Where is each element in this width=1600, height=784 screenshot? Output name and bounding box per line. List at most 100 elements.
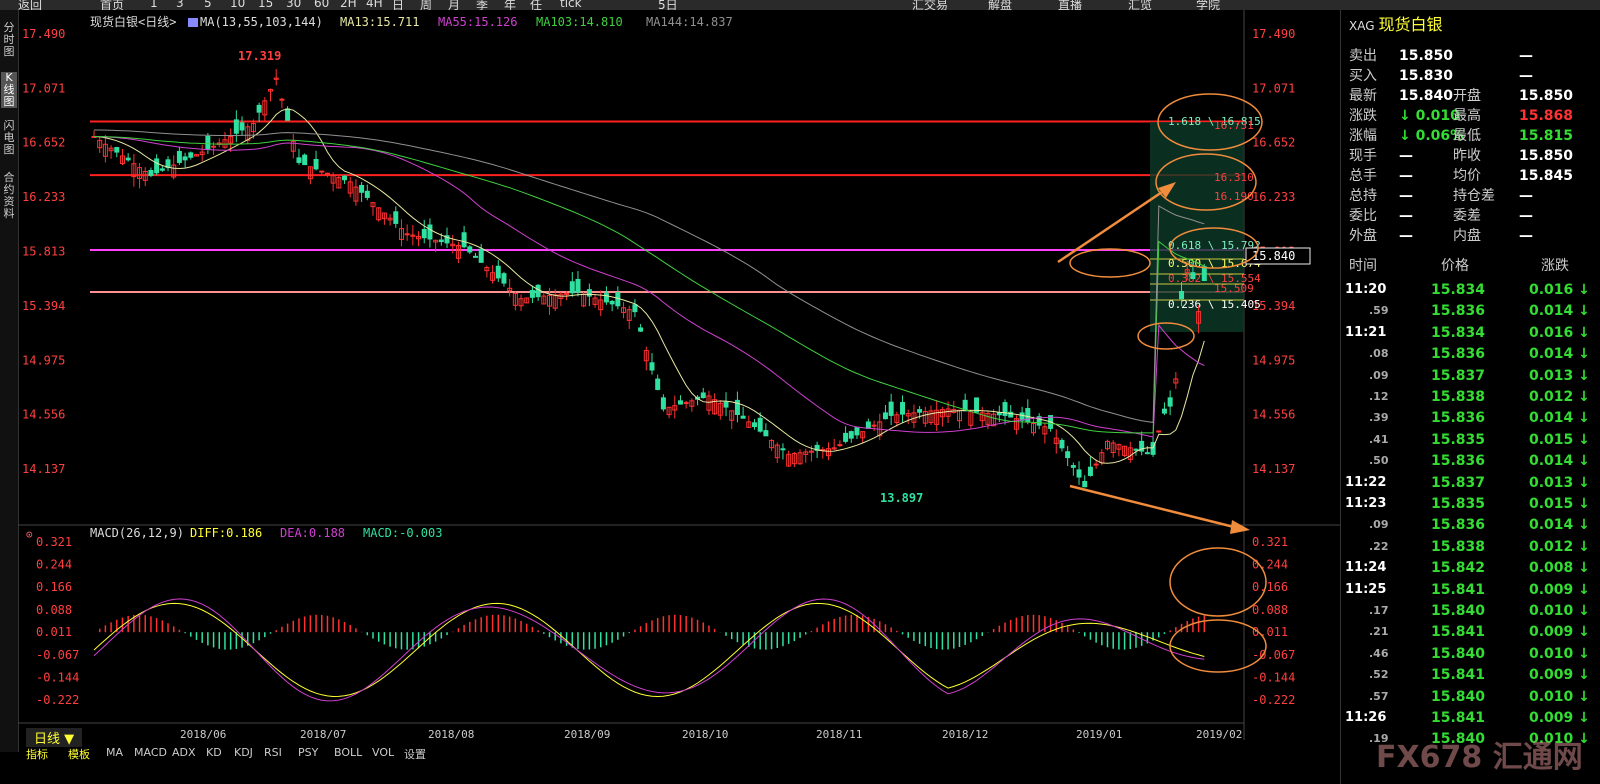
- candle-body: [188, 152, 194, 158]
- toolbar-item[interactable]: 1: [150, 0, 158, 10]
- indicator-tab[interactable]: 指标: [26, 746, 48, 762]
- toolbar-item[interactable]: 15: [258, 0, 273, 10]
- tab-flash-chart[interactable]: 闪电图: [1, 120, 17, 156]
- indicator-tab[interactable]: ADX: [172, 746, 196, 759]
- toolbar-item[interactable]: 5日: [658, 0, 678, 10]
- x-tick: 2018/10: [682, 728, 728, 741]
- toolbar-item[interactable]: 返回: [18, 0, 42, 10]
- toolbar-item[interactable]: 3: [176, 0, 184, 10]
- price-tick-right: 16.233: [1252, 190, 1295, 204]
- tick-price: 15.837: [1431, 474, 1486, 491]
- toolbar-item[interactable]: 4H: [366, 0, 383, 10]
- candle-body: [1076, 469, 1082, 478]
- toolbar-item[interactable]: 30: [286, 0, 301, 10]
- indicator-tab[interactable]: VOL: [372, 746, 394, 759]
- macd-tick-right: 0.088: [1252, 603, 1288, 617]
- candle-body: [319, 170, 325, 173]
- tick-time: .52: [1369, 668, 1389, 682]
- candle-body: [1087, 466, 1093, 476]
- macd-tick-left: -0.222: [36, 693, 79, 707]
- x-tick: 2018/08: [428, 728, 474, 741]
- candle-body: [495, 265, 501, 279]
- toolbar-item[interactable]: 汇交易: [912, 0, 948, 10]
- annotation-arrowhead-down: [1230, 520, 1250, 534]
- toolbar-item[interactable]: 任: [530, 0, 542, 10]
- candle-body: [205, 135, 211, 150]
- indicator-tab[interactable]: RSI: [264, 746, 282, 759]
- x-tick: 2018/07: [300, 728, 346, 741]
- indicator-tab[interactable]: MACD: [134, 746, 167, 759]
- indicator-tab[interactable]: KDJ: [234, 746, 253, 759]
- macd-tick-left: -0.144: [36, 670, 79, 684]
- candle-body: [302, 154, 308, 166]
- toolbar-item[interactable]: 5: [204, 0, 212, 10]
- candle-body: [535, 284, 541, 298]
- toolbar-item[interactable]: 汇览: [1128, 0, 1152, 10]
- toolbar-item[interactable]: 周: [420, 0, 432, 10]
- candle-body: [154, 158, 160, 174]
- tick-price: 15.838: [1431, 389, 1486, 405]
- tab-kline-chart[interactable]: K线图: [1, 72, 17, 108]
- toolbar-item[interactable]: tick: [560, 0, 582, 10]
- toolbar-item[interactable]: 年: [504, 0, 516, 10]
- toolbar-item[interactable]: 解盘: [988, 0, 1012, 10]
- quote-value: 15.845: [1519, 168, 1574, 184]
- indicator-tab[interactable]: PSY: [298, 746, 318, 759]
- tick-time: .22: [1369, 539, 1389, 553]
- tick-header: 价格: [1441, 258, 1469, 274]
- candle-body: [888, 401, 894, 416]
- toolbar-item[interactable]: 日: [392, 0, 404, 10]
- quote-value: —: [1399, 188, 1413, 204]
- candle-body: [649, 362, 655, 371]
- tick-price: 15.841: [1431, 624, 1486, 641]
- ma-params: MA(13,55,103,144): [200, 15, 323, 29]
- indicator-tab[interactable]: BOLL: [334, 746, 362, 759]
- ma55-label: MA55:15.126: [438, 15, 517, 29]
- indicator-tab[interactable]: 模板: [68, 746, 90, 762]
- indicator-tab[interactable]: KD: [206, 746, 222, 759]
- tick-price: 15.836: [1431, 453, 1486, 470]
- candle-body: [279, 98, 285, 101]
- low-label: 13.897: [880, 491, 923, 505]
- macd-tick-left: -0.067: [36, 648, 79, 662]
- macd-tick-left: 0.321: [36, 535, 72, 549]
- bottom-bar: 日线 ▼ 指标 模板 MA MACD ADX KD KDJ RSI PSY BOLL VOL 设置: [0, 728, 1340, 784]
- candle-body: [285, 108, 291, 121]
- ma103-line: [93, 136, 1205, 434]
- candle-body: [603, 293, 609, 303]
- chart-area[interactable]: 17.490 17.490 17.071 17.071 16.652 16.652 16.2…: [18, 10, 1340, 752]
- tick-price: 15.838: [1431, 538, 1486, 555]
- tab-time-chart[interactable]: 分时图: [1, 22, 17, 58]
- toolbar-item[interactable]: 季: [476, 0, 488, 10]
- diff-line: [93, 602, 1205, 698]
- indicator-tab[interactable]: MA: [106, 746, 123, 759]
- macd-params: MACD(26,12,9): [90, 526, 184, 540]
- tick-price: 15.840: [1431, 603, 1486, 619]
- candle-body: [677, 400, 683, 405]
- toolbar-item[interactable]: 月: [448, 0, 460, 10]
- candle-body: [723, 401, 729, 408]
- quote-title: XAG 现货白银: [1341, 10, 1600, 40]
- tick-time: .41: [1369, 432, 1389, 446]
- tick-time: 11:21: [1345, 324, 1387, 340]
- toolbar-item[interactable]: 首页: [100, 0, 124, 10]
- period-button[interactable]: 日线 ▼: [26, 728, 83, 747]
- kline-chart-svg[interactable]: 17.490 17.490 17.071 17.071 16.652 16.652 16.2…: [18, 10, 1340, 752]
- toolbar-item[interactable]: 直播: [1058, 0, 1082, 10]
- toolbar-item[interactable]: 60: [314, 0, 329, 10]
- toolbar-item[interactable]: 10: [230, 0, 245, 10]
- candle-body: [1065, 451, 1071, 459]
- toolbar-item[interactable]: 学院: [1196, 0, 1220, 10]
- quote-label: 最高: [1453, 108, 1481, 124]
- tick-time: .21: [1369, 625, 1389, 639]
- tick-time: .46: [1369, 646, 1389, 660]
- tick-price: 15.836: [1431, 517, 1486, 534]
- price-tick-right: 14.137: [1252, 462, 1295, 476]
- tick-time: .59: [1369, 304, 1389, 318]
- indicator-tab[interactable]: 设置: [404, 746, 426, 762]
- candle-body: [1082, 480, 1088, 488]
- toolbar-item[interactable]: 2H: [340, 0, 357, 10]
- quote-label: 外盘: [1349, 228, 1377, 244]
- tab-contract-info[interactable]: 合约资料: [1, 172, 17, 220]
- dea-label: DEA:0.188: [280, 526, 345, 540]
